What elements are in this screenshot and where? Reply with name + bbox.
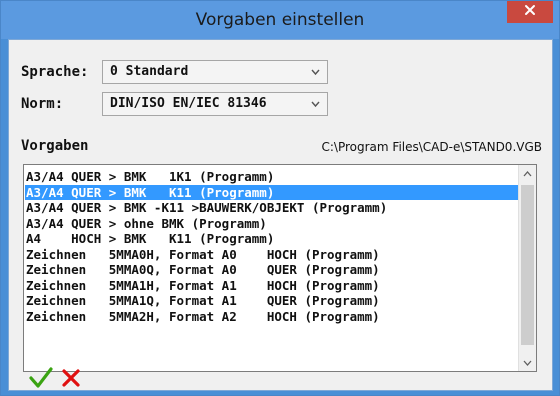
vorgaben-label: Vorgaben xyxy=(21,138,89,154)
list-item[interactable]: Zeichnen 5MMA0H, Format A0 HOCH (Program… xyxy=(25,247,518,263)
chevron-up-icon xyxy=(523,170,532,176)
list-item[interactable]: Zeichnen 5MMA1Q, Format A1 QUER (Program… xyxy=(25,293,518,309)
file-path: C:\Program Files\CAD-e\STAND0.VGB xyxy=(321,140,543,154)
chevron-down-icon xyxy=(311,94,320,122)
list-item[interactable]: Zeichnen 5MMA2H, Format A2 HOCH (Program… xyxy=(25,309,518,325)
list-item[interactable]: A3/A4 QUER > BMK K11 (Programm) xyxy=(25,184,518,200)
window-title: Vorgaben einstellen xyxy=(195,10,365,30)
vertical-scrollbar[interactable] xyxy=(518,165,536,371)
dialog-window: Vorgaben einstellen Sprache: 0 Standard … xyxy=(0,0,560,396)
close-button[interactable] xyxy=(507,1,553,23)
norm-label: Norm: xyxy=(21,96,64,112)
list-item[interactable]: A3/A4 QUER > BMK 1K1 (Programm) xyxy=(25,169,518,185)
list-item[interactable]: Zeichnen 5MMA1H, Format A1 HOCH (Program… xyxy=(25,278,518,294)
cross-icon xyxy=(62,369,80,387)
checkmark-icon xyxy=(29,367,53,388)
dialog-body: Sprache: 0 Standard Norm: DIN/ISO EN/IEC… xyxy=(8,39,553,391)
close-icon xyxy=(524,3,536,21)
chevron-down-icon xyxy=(523,360,532,366)
list-item[interactable]: A3/A4 QUER > BMK -K11 >BAUWERK/OBJEKT (P… xyxy=(25,200,518,216)
title-bar[interactable]: Vorgaben einstellen xyxy=(1,1,559,39)
sprache-value: 0 Standard xyxy=(110,64,189,79)
sprache-label: Sprache: xyxy=(21,64,89,80)
list-items: A3/A4 QUER > BMK 1K1 (Programm) A3/A4 QUE… xyxy=(25,169,518,324)
list-item[interactable]: A4 HOCH > BMK K11 (Programm) xyxy=(25,231,518,247)
list-item[interactable]: Zeichnen 5MMA0Q, Format A0 QUER (Program… xyxy=(25,262,518,278)
scroll-down-button[interactable] xyxy=(519,354,536,371)
list-item[interactable]: A3/A4 QUER > ohne BMK (Programm) xyxy=(25,216,518,232)
cancel-button[interactable] xyxy=(59,366,83,390)
scroll-up-button[interactable] xyxy=(519,165,536,182)
chevron-down-icon xyxy=(311,62,320,90)
ok-button[interactable] xyxy=(29,366,55,390)
vorgaben-listbox[interactable]: A3/A4 QUER > BMK 1K1 (Programm) A3/A4 QUE… xyxy=(23,164,537,372)
norm-select[interactable]: DIN/ISO EN/IEC 81346 xyxy=(102,92,328,116)
scroll-thumb[interactable] xyxy=(521,185,534,345)
norm-value: DIN/ISO EN/IEC 81346 xyxy=(110,96,267,111)
sprache-select[interactable]: 0 Standard xyxy=(102,60,328,84)
